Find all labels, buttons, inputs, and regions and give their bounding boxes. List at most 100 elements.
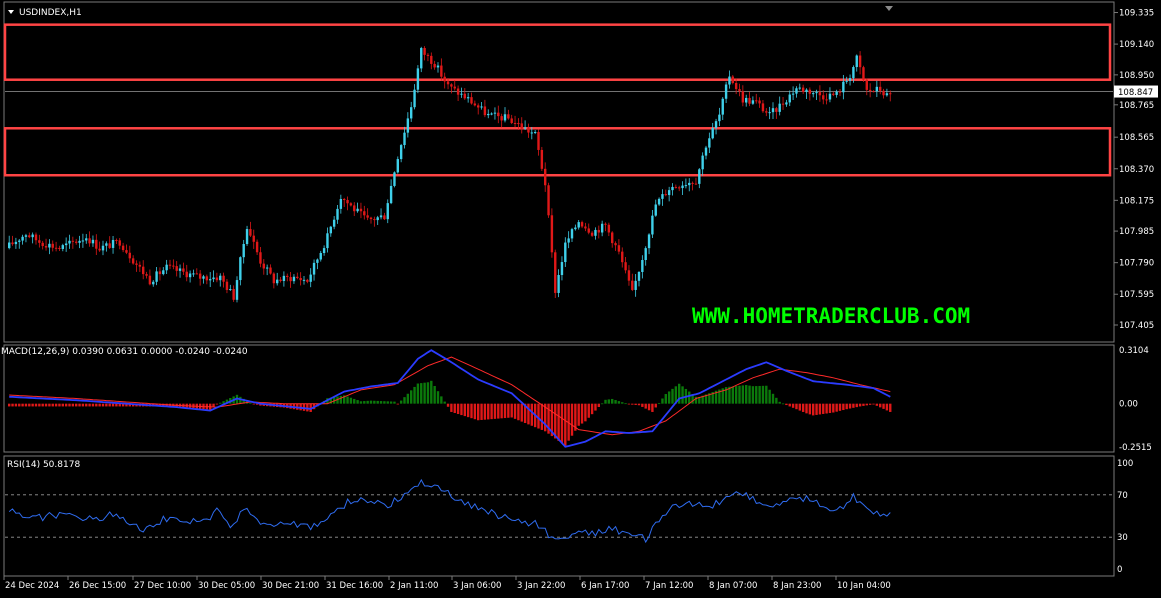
macd-histogram-bar xyxy=(61,403,64,407)
candle-body xyxy=(862,67,865,80)
candle-body xyxy=(329,226,332,234)
macd-histogram-bar xyxy=(71,403,75,407)
candle-body xyxy=(614,243,617,246)
macd-histogram-bar xyxy=(14,403,18,407)
candle-body xyxy=(31,234,34,238)
candle xyxy=(286,273,289,282)
macd-histogram-bar xyxy=(115,403,118,407)
candle-body xyxy=(44,246,48,248)
candle xyxy=(182,262,185,276)
candle xyxy=(527,123,530,138)
candle xyxy=(75,238,78,245)
candle-body xyxy=(661,194,664,199)
macd-histogram-bar xyxy=(54,403,58,407)
macd-histogram-bar xyxy=(604,399,607,404)
candle xyxy=(128,245,131,263)
macd-histogram-bar xyxy=(801,403,805,412)
candle xyxy=(875,80,879,98)
candle-body xyxy=(265,267,269,269)
macd-histogram-bar xyxy=(657,402,661,404)
candle xyxy=(111,236,115,254)
candle xyxy=(121,242,125,253)
candle-body xyxy=(178,268,182,271)
candle-body xyxy=(81,240,85,242)
symbol-menu-icon[interactable] xyxy=(8,10,14,14)
candle-body xyxy=(751,100,755,104)
candle-body xyxy=(222,275,225,282)
candle-body xyxy=(356,208,359,212)
candle xyxy=(694,177,698,185)
candle xyxy=(168,259,172,270)
candle xyxy=(832,91,835,97)
candle xyxy=(249,221,252,237)
candle xyxy=(85,234,88,244)
y-tick-label: 109.140 xyxy=(1119,40,1154,50)
candle-body xyxy=(269,267,272,274)
macd-histogram-bar xyxy=(664,394,667,404)
candle xyxy=(14,237,18,249)
macd-histogram-bar xyxy=(872,403,875,405)
candle xyxy=(835,89,838,98)
candle xyxy=(296,272,299,280)
candle-body xyxy=(426,54,430,56)
macd-histogram-bar xyxy=(644,403,647,409)
candle-body xyxy=(791,93,795,95)
candle-body xyxy=(698,169,701,184)
candle xyxy=(798,83,801,91)
candle xyxy=(879,81,882,95)
candle xyxy=(691,181,694,191)
x-tick-label: 7 Jan 12:00 xyxy=(645,581,693,591)
candle-body xyxy=(470,97,473,104)
y-tick-label: 108.950 xyxy=(1119,71,1154,81)
candle xyxy=(239,256,242,286)
candle-body xyxy=(523,127,527,129)
macd-histogram-bar xyxy=(617,401,621,404)
candle xyxy=(570,227,574,242)
y-tick-label: 108.765 xyxy=(1119,101,1154,111)
macd-histogram-bar xyxy=(681,386,684,404)
candle-body xyxy=(440,65,443,77)
candle xyxy=(855,54,858,72)
candle-body xyxy=(276,279,279,284)
chart-shift-icon[interactable] xyxy=(885,6,893,11)
candle xyxy=(138,261,142,272)
candle xyxy=(416,65,420,94)
macd-histogram-bar xyxy=(359,401,363,404)
macd-histogram-bar xyxy=(560,403,564,444)
candle xyxy=(637,271,641,287)
candle xyxy=(420,46,423,73)
candle-body xyxy=(75,241,78,243)
candle xyxy=(145,271,148,279)
candle-body xyxy=(587,228,590,233)
candle xyxy=(262,259,265,275)
candle-body xyxy=(624,262,627,271)
candle xyxy=(245,225,249,246)
candle-body xyxy=(162,270,165,275)
candle xyxy=(158,267,162,281)
candle xyxy=(751,96,755,105)
macd-y-tick-label: 0.3104 xyxy=(1119,346,1149,356)
candle-body xyxy=(128,252,131,259)
candle xyxy=(58,245,61,252)
macd-histogram-bar xyxy=(101,403,105,407)
candle-body xyxy=(544,168,547,186)
candle-body xyxy=(316,259,319,263)
candle xyxy=(577,219,580,230)
candle-body xyxy=(235,280,239,300)
candle-body xyxy=(678,187,681,189)
candle xyxy=(105,241,108,252)
macd-histogram-bar xyxy=(634,403,637,405)
candle xyxy=(641,255,644,279)
candle xyxy=(178,264,182,278)
candle xyxy=(544,162,547,192)
candle-body xyxy=(48,243,51,248)
macd-histogram-bar xyxy=(477,403,480,421)
candle-body xyxy=(215,277,219,281)
candle-body xyxy=(229,289,232,291)
candle xyxy=(436,62,440,73)
candle xyxy=(152,280,155,287)
candle-body xyxy=(889,93,892,95)
candle-body xyxy=(282,275,286,281)
rsi-title: RSI(14) 50.8178 xyxy=(7,460,80,470)
candle xyxy=(125,244,128,255)
